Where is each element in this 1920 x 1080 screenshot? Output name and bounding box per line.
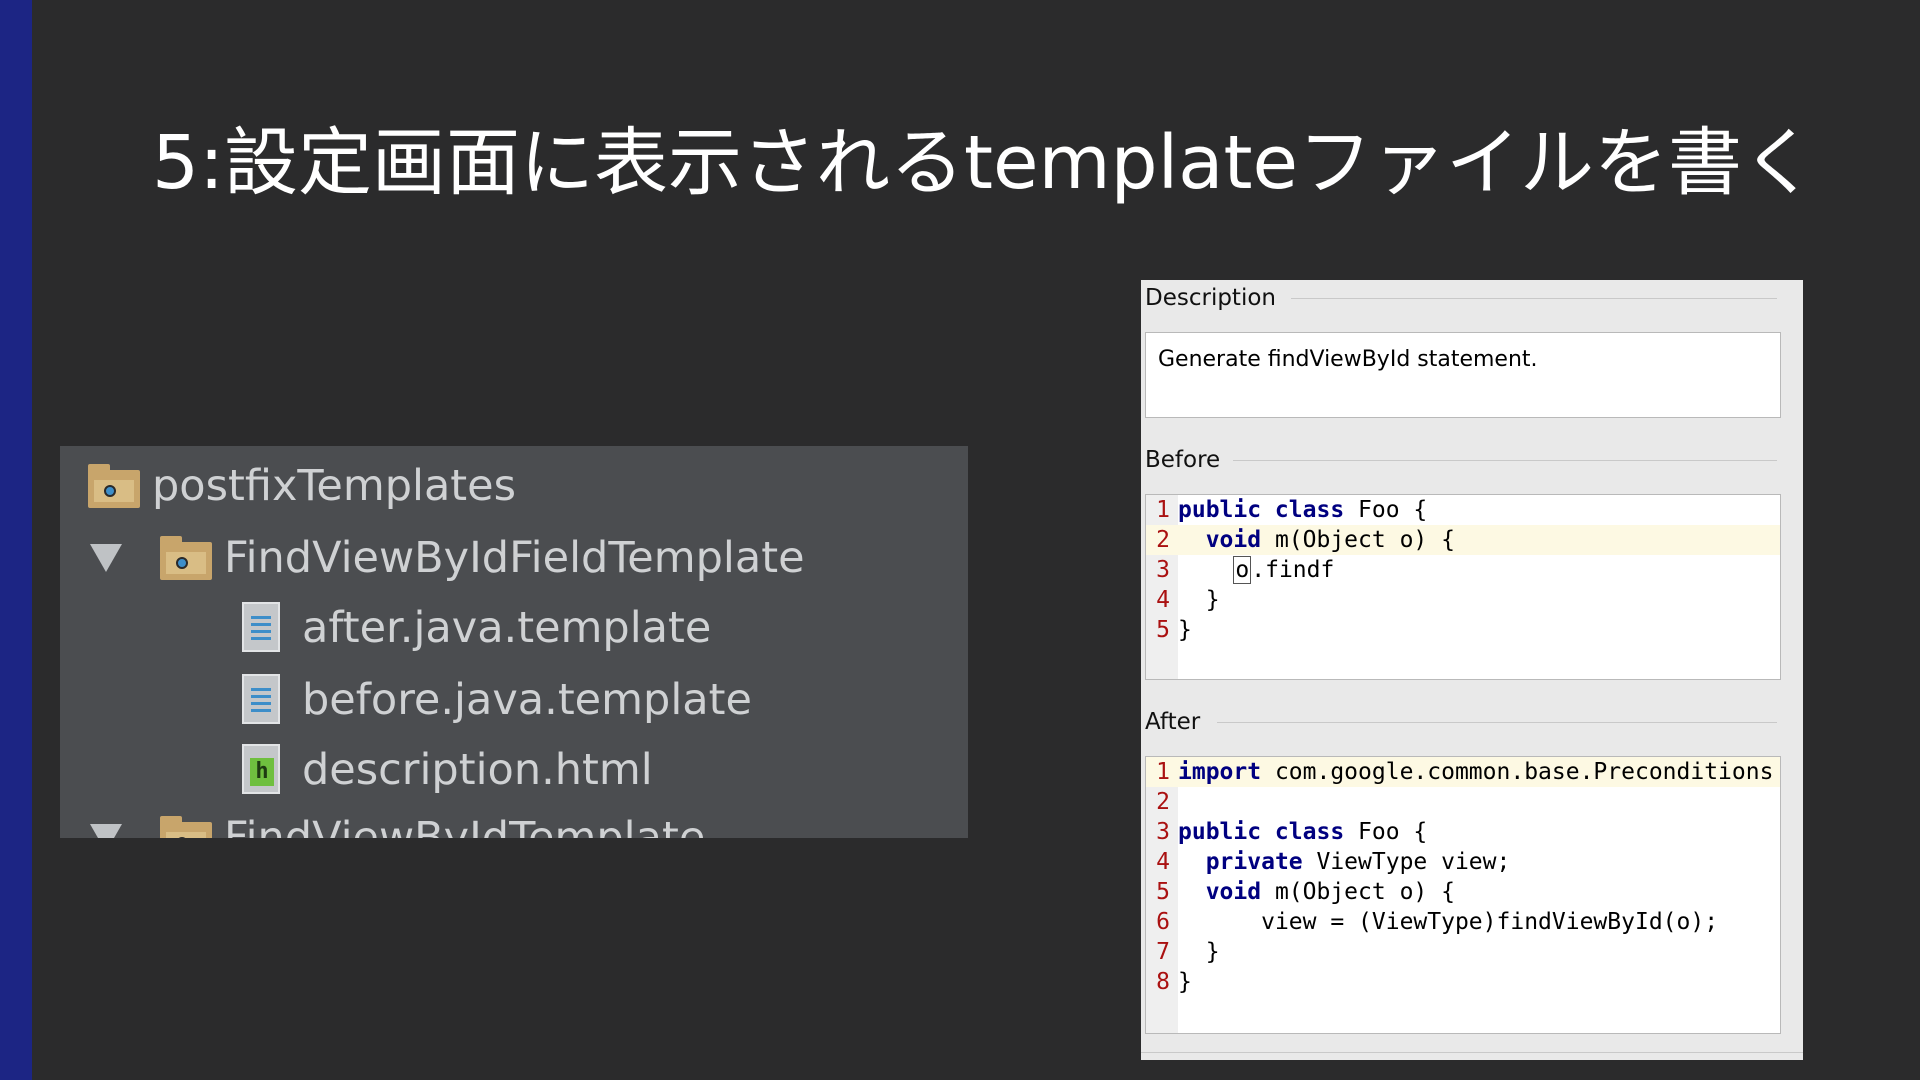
code-line: 7 } xyxy=(1146,937,1780,967)
code-line: 5} xyxy=(1146,615,1780,645)
code-line: 1 import com.google.common.base.Precondit… xyxy=(1146,757,1780,787)
tree-item-findviewbyid-field-template[interactable]: FindViewByIdFieldTemplate xyxy=(90,528,805,588)
keyword: import xyxy=(1178,759,1262,785)
code-text: void m(Object o) { xyxy=(1205,879,1455,905)
text-file-icon xyxy=(242,602,282,654)
line-number: 8 xyxy=(1156,969,1170,995)
code-line: 2 xyxy=(1146,787,1780,817)
line-number: 1 xyxy=(1156,497,1170,523)
line-number: 2 xyxy=(1156,527,1170,553)
line-number: 4 xyxy=(1156,587,1170,613)
tree-item-label: FindViewByIdTemplate xyxy=(224,813,706,838)
tree-item-label: description.html xyxy=(302,745,653,795)
folder-icon xyxy=(160,536,212,580)
line-number: 3 xyxy=(1156,557,1170,583)
description-section-label: Description xyxy=(1145,285,1276,311)
code-text: import com.google.common.base.Preconditi… xyxy=(1178,759,1774,785)
code-text: public class Foo { xyxy=(1178,819,1428,845)
tree-item-label: after.java.template xyxy=(302,603,712,653)
project-tree: postfixTemplates FindViewByIdFieldTempla… xyxy=(60,446,968,838)
line-number: 3 xyxy=(1156,819,1170,845)
description-text: Generate findViewById statement. xyxy=(1158,347,1538,372)
line-number: 2 xyxy=(1156,789,1170,815)
line-number: 1 xyxy=(1156,759,1170,785)
code-text: view = (ViewType)findViewById(o); xyxy=(1261,909,1719,935)
keyword: public class xyxy=(1178,497,1345,523)
tree-item-label: FindViewByIdFieldTemplate xyxy=(224,533,805,583)
tree-item-label: postfixTemplates xyxy=(152,461,517,511)
divider xyxy=(1233,460,1777,461)
line-number: 6 xyxy=(1156,909,1170,935)
code-text: } xyxy=(1205,587,1220,613)
description-box[interactable]: Generate findViewById statement. xyxy=(1145,332,1781,418)
expand-arrow-icon[interactable] xyxy=(90,824,122,838)
keyword: private xyxy=(1205,849,1303,875)
tree-item-postfix-templates[interactable]: postfixTemplates xyxy=(88,456,516,516)
tree-item-before-java-template[interactable]: before.java.template xyxy=(242,670,752,730)
code-text: } xyxy=(1205,939,1220,965)
after-code-editor[interactable]: 1 import com.google.common.base.Precondit… xyxy=(1145,756,1781,1034)
line-number: 4 xyxy=(1156,849,1170,875)
keyword: void xyxy=(1205,879,1262,905)
after-section-label: After xyxy=(1145,709,1201,735)
code-text: o.findf xyxy=(1233,556,1335,584)
divider xyxy=(1291,298,1777,299)
tree-item-findviewbyid-template[interactable]: FindViewByIdTemplate xyxy=(90,808,705,838)
tree-item-description-html[interactable]: h description.html xyxy=(242,740,653,800)
folder-icon xyxy=(160,816,212,838)
caret: o xyxy=(1233,556,1252,584)
code-line: 3 o.findf xyxy=(1146,555,1780,585)
line-number: 5 xyxy=(1156,617,1170,643)
tree-item-after-java-template[interactable]: after.java.template xyxy=(242,598,711,658)
keyword: void xyxy=(1205,527,1262,553)
code-line: 3 public class Foo { xyxy=(1146,817,1780,847)
code-text: private ViewType view; xyxy=(1205,849,1511,875)
divider xyxy=(1141,1052,1803,1053)
code-text: } xyxy=(1178,617,1192,643)
slide-accent-bar xyxy=(0,0,32,1080)
code-text: } xyxy=(1178,969,1192,995)
code-text: public class Foo { xyxy=(1178,497,1428,523)
code-line: 5 void m(Object o) { xyxy=(1146,877,1780,907)
tree-item-label: before.java.template xyxy=(302,675,752,725)
code-line: 4 } xyxy=(1146,585,1780,615)
html-file-icon: h xyxy=(242,744,282,796)
code-text: void m(Object o) { xyxy=(1205,527,1455,553)
code-line: 8} xyxy=(1146,967,1780,997)
before-section-label: Before xyxy=(1145,447,1221,473)
template-settings-panel: Description Generate findViewById statem… xyxy=(1141,280,1803,1060)
code-line: 1 public class Foo { xyxy=(1146,495,1780,525)
code-line: 6 view = (ViewType)findViewById(o); xyxy=(1146,907,1780,937)
code-line: 4 private ViewType view; xyxy=(1146,847,1780,877)
divider xyxy=(1217,722,1777,723)
text-file-icon xyxy=(242,674,282,726)
line-number: 7 xyxy=(1156,939,1170,965)
before-code-editor[interactable]: 1 public class Foo {2 void m(Object o) {3… xyxy=(1145,494,1781,680)
code-line: 2 void m(Object o) { xyxy=(1146,525,1780,555)
line-number: 5 xyxy=(1156,879,1170,905)
keyword: public class xyxy=(1178,819,1345,845)
expand-arrow-icon[interactable] xyxy=(90,544,122,572)
folder-icon xyxy=(88,464,140,508)
slide-title: 5:設定画面に表示されるtemplateファイルを書く xyxy=(152,120,1817,206)
